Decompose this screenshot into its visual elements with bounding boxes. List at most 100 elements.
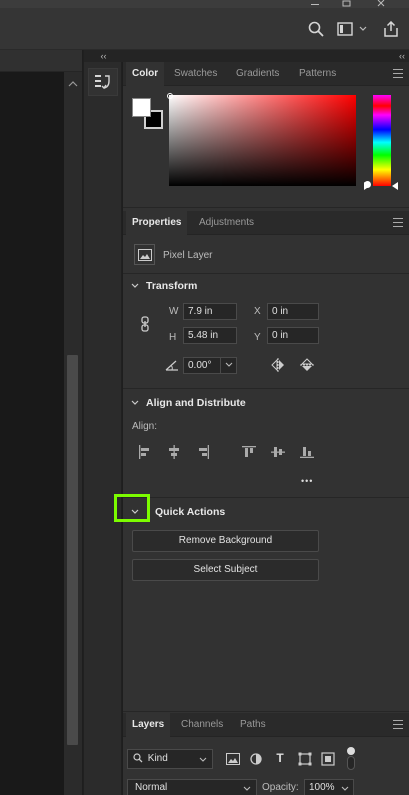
section-divider bbox=[123, 497, 409, 498]
opacity-label: Opacity: bbox=[262, 782, 299, 793]
filter-toggle-switch[interactable] bbox=[347, 747, 355, 771]
filter-type-layers-icon[interactable]: T bbox=[271, 750, 289, 766]
tab-gradients[interactable]: Gradients bbox=[230, 62, 285, 86]
filter-adjustment-layers-icon[interactable] bbox=[247, 751, 265, 767]
layers-panel-tabbar: Layers Channels Paths bbox=[123, 713, 409, 737]
restore-icon[interactable] bbox=[338, 0, 356, 7]
width-field[interactable]: 7.9 in bbox=[183, 303, 237, 320]
chevron-down-icon bbox=[243, 786, 251, 791]
search-icon[interactable] bbox=[305, 19, 327, 39]
filter-shape-layers-icon[interactable] bbox=[296, 751, 314, 767]
blend-mode-value: Normal bbox=[135, 782, 168, 793]
align-title: Align and Distribute bbox=[146, 397, 246, 409]
chevron-down-icon[interactable] bbox=[357, 19, 369, 39]
document-canvas[interactable] bbox=[0, 72, 64, 795]
filter-smart-objects-icon[interactable] bbox=[319, 751, 337, 767]
properties-panel-tabbar: Properties Adjustments bbox=[123, 211, 409, 235]
panel-menu-icon[interactable] bbox=[393, 720, 403, 730]
tab-paths[interactable]: Paths bbox=[234, 713, 272, 737]
workspace-icon[interactable] bbox=[334, 19, 356, 39]
height-label: H bbox=[169, 332, 177, 343]
chevron-down-icon bbox=[225, 362, 233, 367]
tab-layers[interactable]: Layers bbox=[126, 713, 171, 737]
section-divider bbox=[123, 273, 409, 274]
chevron-down-icon bbox=[341, 786, 349, 791]
scroll-up-icon[interactable] bbox=[68, 80, 78, 90]
hue-slider-pointer-right[interactable] bbox=[392, 182, 398, 190]
panel-menu-icon[interactable] bbox=[393, 69, 403, 79]
more-options-button[interactable]: ••• bbox=[301, 476, 313, 486]
angle-dropdown[interactable] bbox=[220, 357, 237, 374]
layer-filter-kind-dropdown[interactable]: Kind bbox=[127, 749, 213, 769]
link-icon[interactable] bbox=[136, 316, 154, 332]
tab-properties[interactable]: Properties bbox=[126, 211, 188, 235]
scrollbar-thumb[interactable] bbox=[67, 355, 78, 745]
panel-divider bbox=[123, 207, 409, 208]
opacity-value: 100% bbox=[309, 782, 335, 793]
filter-pixel-layers-icon[interactable] bbox=[224, 751, 242, 767]
panel-menu-icon[interactable] bbox=[393, 218, 403, 228]
transform-title: Transform bbox=[146, 280, 198, 292]
hue-slider[interactable] bbox=[364, 95, 398, 190]
minimize-icon[interactable] bbox=[306, 0, 324, 7]
flip-vertical-icon[interactable] bbox=[298, 357, 316, 373]
tab-swatches[interactable]: Swatches bbox=[168, 62, 223, 86]
history-panel-button[interactable] bbox=[88, 68, 118, 96]
pixel-layer-icon bbox=[134, 244, 155, 265]
height-field[interactable]: 5.48 in bbox=[183, 327, 237, 344]
options-bar bbox=[0, 8, 409, 50]
align-horizontal-centers-icon[interactable] bbox=[165, 444, 183, 460]
tab-adjustments[interactable]: Adjustments bbox=[193, 211, 260, 235]
align-left-edges-icon[interactable] bbox=[136, 444, 154, 460]
opacity-field[interactable]: 100% bbox=[304, 779, 354, 795]
section-divider bbox=[123, 388, 409, 389]
title-bar bbox=[0, 0, 409, 8]
align-vertical-centers-icon[interactable] bbox=[269, 444, 287, 460]
expand-dock-button[interactable]: ‹‹ bbox=[84, 50, 123, 62]
tab-patterns[interactable]: Patterns bbox=[293, 62, 342, 86]
transform-section-header[interactable]: Transform bbox=[131, 279, 197, 293]
tab-channels[interactable]: Channels bbox=[175, 713, 229, 737]
panel-divider bbox=[123, 711, 409, 712]
close-icon[interactable] bbox=[372, 0, 390, 7]
x-label: X bbox=[254, 306, 261, 317]
y-position-field[interactable]: 0 in bbox=[267, 327, 319, 344]
x-position-field[interactable]: 0 in bbox=[267, 303, 319, 320]
align-label: Align: bbox=[132, 421, 158, 432]
remove-background-button[interactable]: Remove Background bbox=[132, 530, 319, 552]
layer-kind-label: Pixel Layer bbox=[163, 250, 213, 261]
saturation-brightness-picker[interactable] bbox=[167, 93, 356, 186]
document-canvas-area bbox=[0, 50, 82, 795]
y-label: Y bbox=[254, 332, 261, 343]
panels-collapse-header: ‹‹ bbox=[123, 50, 409, 62]
panels-column: ‹‹ Color Swatches Gradients Patterns Pro… bbox=[123, 50, 409, 795]
angle-icon bbox=[163, 357, 181, 373]
hue-slider-pointer-left[interactable] bbox=[364, 182, 370, 190]
chevron-down-icon bbox=[131, 400, 139, 405]
foreground-color-swatch[interactable] bbox=[132, 98, 151, 117]
share-icon[interactable] bbox=[380, 19, 402, 39]
search-icon bbox=[133, 753, 143, 763]
flip-horizontal-icon[interactable] bbox=[269, 357, 287, 373]
color-picker-marker[interactable] bbox=[167, 93, 173, 99]
collapsed-panel-dock: ‹‹ bbox=[83, 50, 123, 795]
collapse-panels-button[interactable]: ‹‹ bbox=[399, 50, 405, 62]
width-label: W bbox=[169, 306, 179, 317]
color-panel-tabbar: Color Swatches Gradients Patterns bbox=[123, 62, 409, 86]
tab-color[interactable]: Color bbox=[126, 62, 165, 86]
filter-kind-label: Kind bbox=[147, 753, 168, 764]
quick-actions-title: Quick Actions bbox=[155, 506, 226, 518]
align-right-edges-icon[interactable] bbox=[194, 444, 212, 460]
chevron-down-icon bbox=[199, 757, 207, 762]
history-icon bbox=[95, 75, 110, 90]
vertical-scrollbar[interactable] bbox=[64, 72, 82, 795]
blend-mode-dropdown[interactable]: Normal bbox=[127, 779, 257, 795]
align-bottom-edges-icon[interactable] bbox=[298, 444, 316, 460]
focus-highlight-box bbox=[114, 494, 150, 522]
align-section-header[interactable]: Align and Distribute bbox=[131, 396, 246, 410]
document-tab-strip bbox=[0, 50, 82, 72]
select-subject-button[interactable]: Select Subject bbox=[132, 559, 319, 581]
foreground-background-swatches[interactable] bbox=[132, 98, 164, 130]
align-top-edges-icon[interactable] bbox=[240, 444, 258, 460]
chevron-down-icon bbox=[131, 283, 139, 288]
